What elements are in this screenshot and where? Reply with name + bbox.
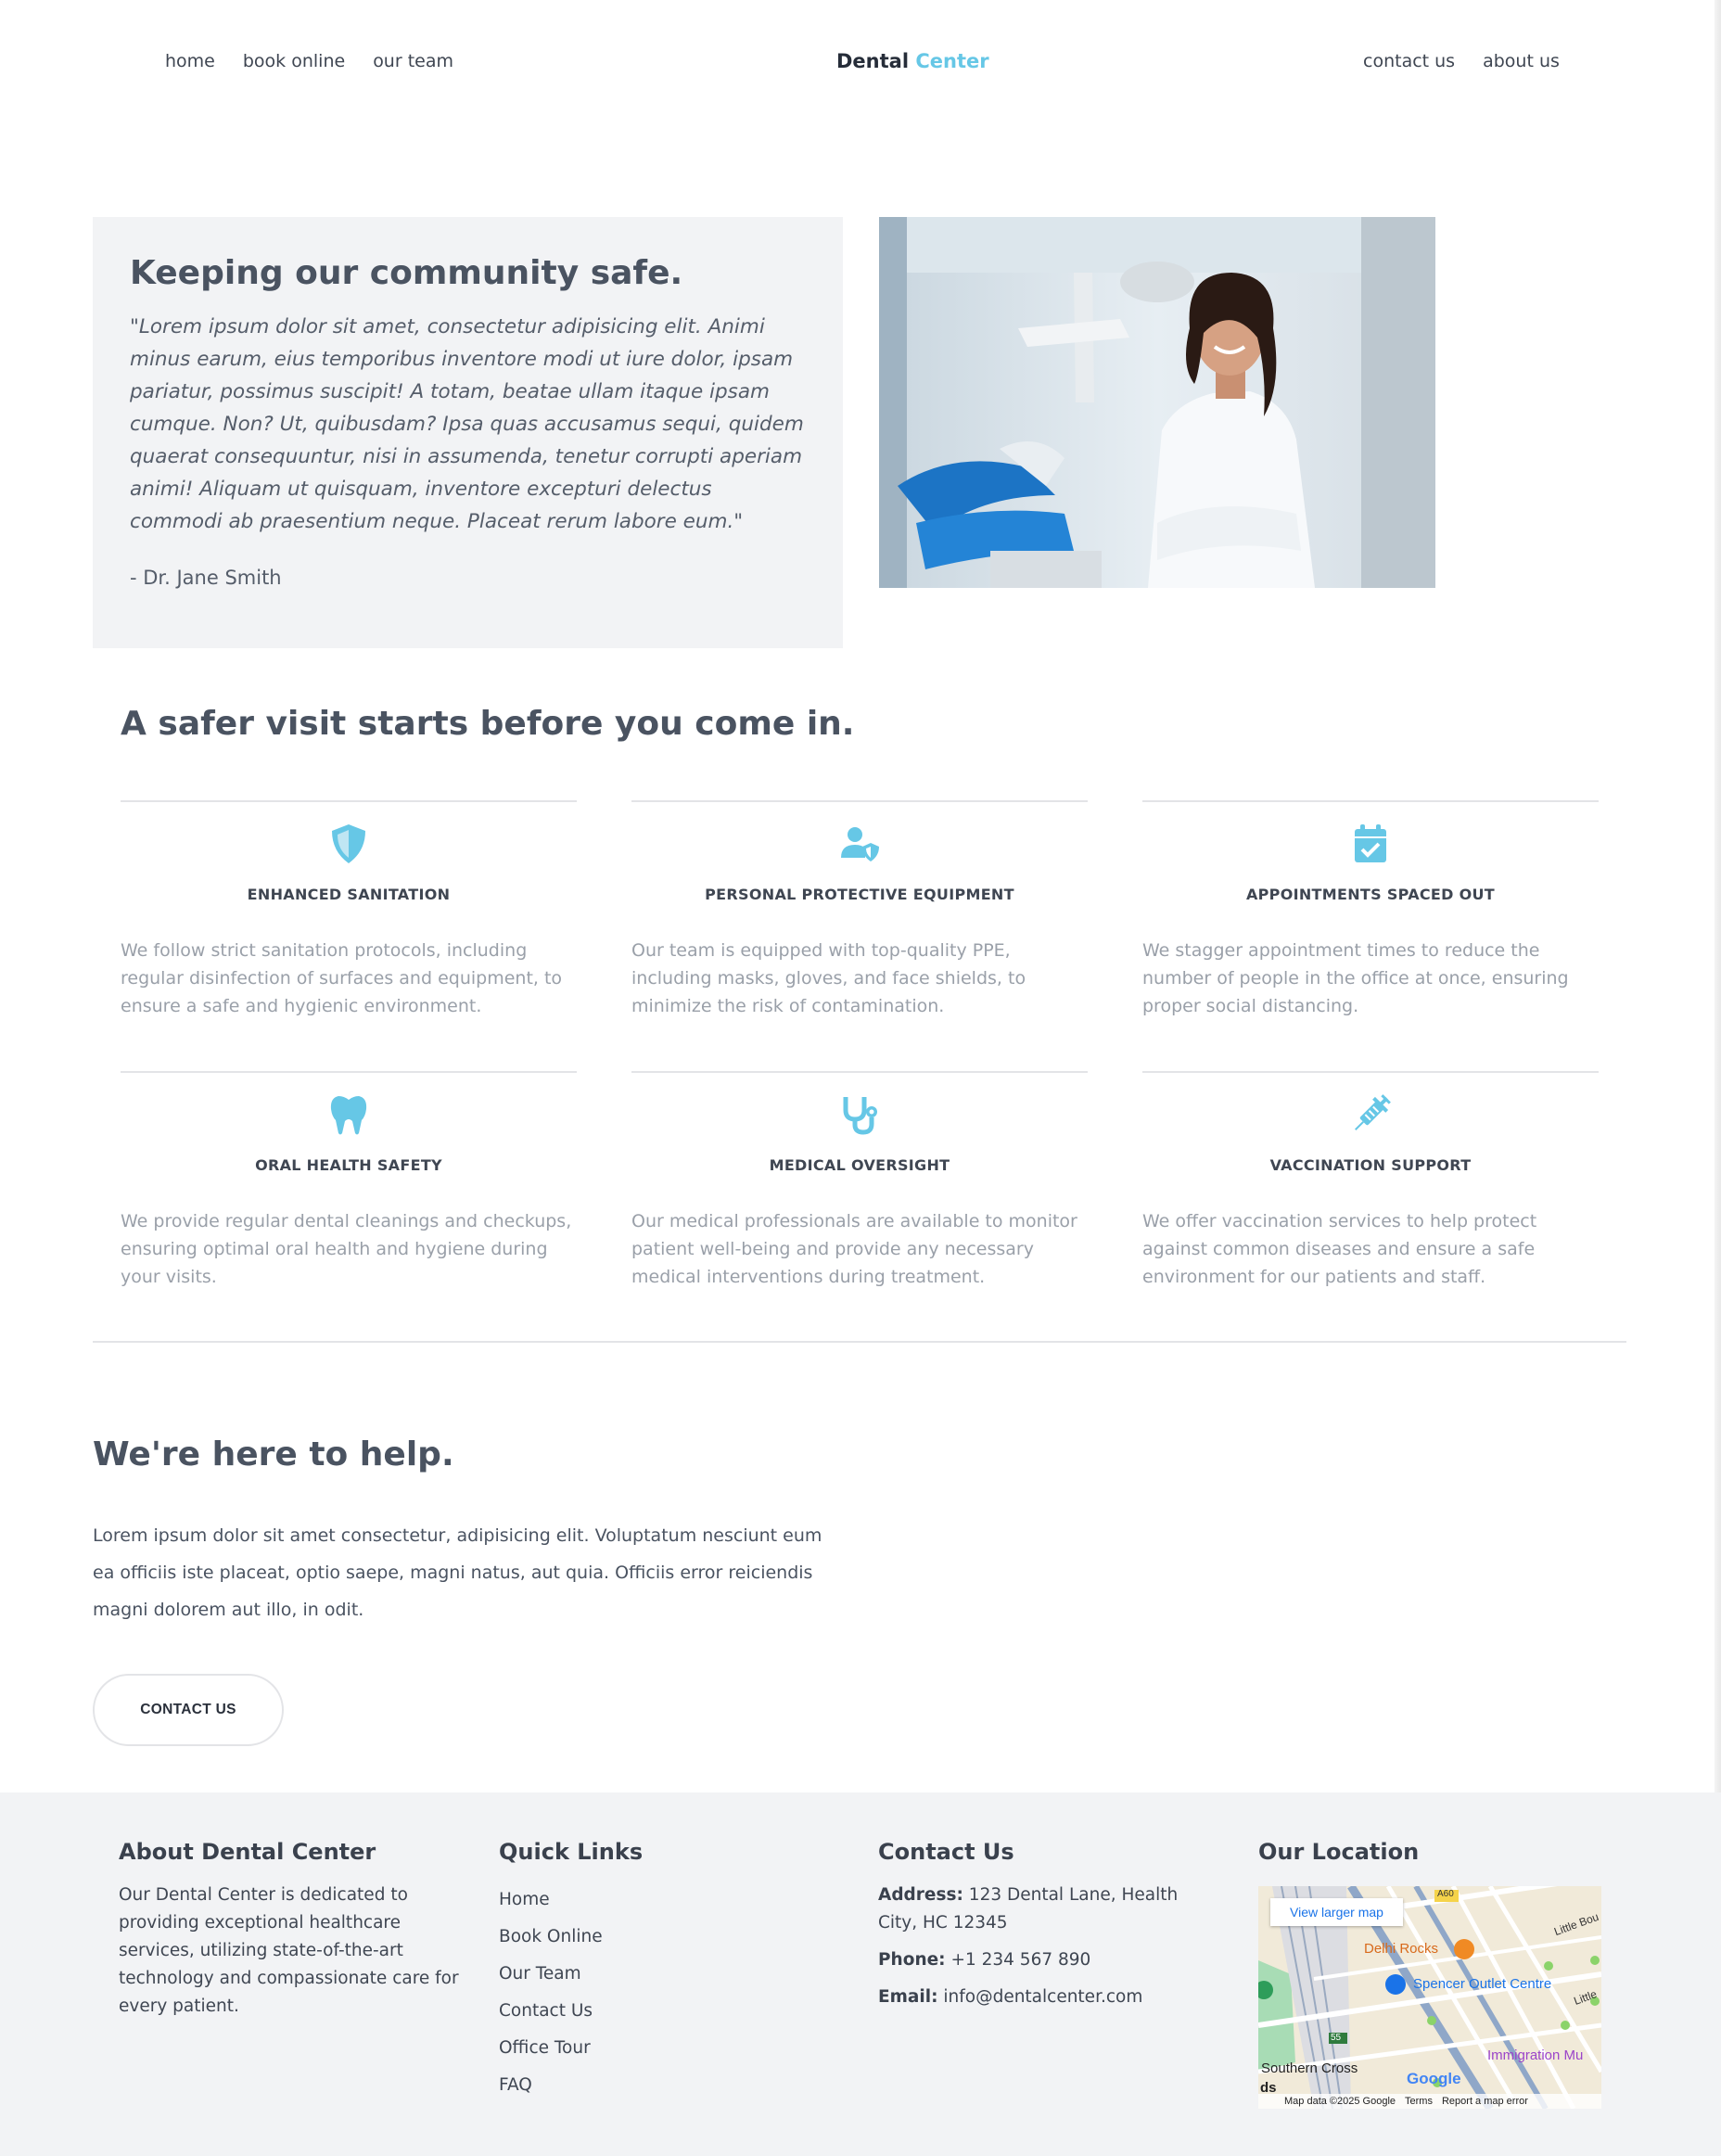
view-larger-map-link[interactable]: View larger map — [1270, 1898, 1403, 1926]
nav-link-home[interactable]: home — [165, 51, 215, 71]
feature-title: ORAL HEALTH SAFETY — [255, 1156, 442, 1174]
hero-quote: "Lorem ipsum dolor sit amet, consectetur… — [130, 315, 804, 533]
footer-links-title: Quick Links — [499, 1839, 644, 1865]
address-label: Address: — [878, 1885, 963, 1905]
footer-link-our-team[interactable]: Our Team — [499, 1960, 581, 1988]
google-logo: Google — [1407, 2070, 1461, 2087]
feature-text: Our team is equipped with top-quality PP… — [631, 940, 1026, 1016]
map-label-spencer-outlet: Spencer Outlet Centre — [1413, 1976, 1552, 1992]
feature-card: VACCINATION SUPPORT We offer vaccination… — [1142, 1071, 1599, 1291]
nav-left: home book online our team — [165, 51, 453, 71]
feature-text: We stagger appointment times to reduce t… — [1142, 940, 1569, 1016]
map-terms-link[interactable]: Terms — [1405, 2096, 1433, 2107]
map-label-southern-cross: Southern Cross — [1261, 2060, 1358, 2076]
brand-accent: Center — [915, 50, 989, 72]
email-value[interactable]: info@dentalcenter.com — [943, 1987, 1142, 2007]
feature-card: MEDICAL OVERSIGHT Our medical profession… — [631, 1071, 1088, 1291]
user-shield-icon — [836, 821, 883, 867]
feature-card: PERSONAL PROTECTIVE EQUIPMENT Our team i… — [631, 800, 1088, 1020]
map-report-error-link[interactable]: Report a map error — [1442, 2096, 1528, 2107]
contact-us-button[interactable]: CONTACT US — [93, 1674, 284, 1746]
map-label-a60: A60 — [1437, 1889, 1454, 1899]
location-map[interactable]: View larger map Delhi Rocks Spencer Outl… — [1258, 1886, 1601, 2109]
footer-address: Address: 123 Dental Lane, Health City, H… — [878, 1882, 1212, 1937]
help-title: We're here to help. — [93, 1435, 454, 1473]
feature-text: We provide regular dental cleanings and … — [121, 1211, 572, 1287]
footer-link-faq[interactable]: FAQ — [499, 2072, 532, 2099]
footer-contact: Contact Us Address: 123 Dental Lane, Hea… — [878, 1839, 1212, 2021]
footer-link-book-online[interactable]: Book Online — [499, 1923, 603, 1951]
footer-location-title: Our Location — [1258, 1839, 1420, 1865]
syringe-icon — [1347, 1091, 1394, 1138]
footer-link-office-tour[interactable]: Office Tour — [499, 2035, 591, 2062]
footer-email: Email: info@dentalcenter.com — [878, 1984, 1212, 2011]
help-text: Lorem ipsum dolor sit amet consectetur, … — [93, 1525, 822, 1620]
map-label-immigration-museum: Immigration Mu — [1487, 2048, 1584, 2063]
footer-contact-title: Contact Us — [878, 1839, 1014, 1865]
footer-quick-links: Quick Links Home Book Online Our Team Co… — [499, 1839, 777, 2104]
doctor-photo — [879, 217, 1435, 588]
stethoscope-icon — [836, 1091, 883, 1138]
map-data-attribution: Map data ©2025 Google — [1284, 2096, 1396, 2107]
hero-title: Keeping our community safe. — [130, 254, 683, 292]
section-divider — [93, 1341, 1626, 1343]
nav-right: contact us about us — [1363, 51, 1560, 71]
feature-text: We offer vaccination services to help pr… — [1142, 1211, 1537, 1287]
footer-about-text: Our Dental Center is dedicated to provid… — [119, 1885, 459, 2016]
footer-link-contact-us[interactable]: Contact Us — [499, 1997, 593, 2025]
nav-link-our-team[interactable]: our team — [373, 51, 453, 71]
calendar-check-icon — [1347, 821, 1394, 867]
footer-location: Our Location — [1258, 1839, 1601, 1882]
brand-logo[interactable]: Dental Center — [836, 50, 989, 72]
quote-card: Keeping our community safe. "Lorem ipsum… — [93, 217, 843, 648]
feature-title: APPOINTMENTS SPACED OUT — [1245, 886, 1496, 903]
phone-value[interactable]: +1 234 567 890 — [950, 1950, 1090, 1970]
nav-link-book-online[interactable]: book online — [243, 51, 345, 71]
map-attribution: Map data ©2025 Google Terms Report a map… — [1258, 2094, 1601, 2109]
quote-author: - Dr. Jane Smith — [130, 567, 282, 589]
nav-link-contact-us[interactable]: contact us — [1363, 51, 1455, 71]
footer-phone: Phone: +1 234 567 890 — [878, 1946, 1212, 1974]
feature-title: MEDICAL OVERSIGHT — [769, 1156, 950, 1174]
feature-card: ORAL HEALTH SAFETY We provide regular de… — [121, 1071, 577, 1291]
feature-title: ENHANCED SANITATION — [247, 886, 451, 903]
phone-label: Phone: — [878, 1950, 946, 1970]
footer-about: About Dental Center Our Dental Center is… — [119, 1839, 462, 2021]
footer-about-title: About Dental Center — [119, 1839, 376, 1865]
map-label-delhi-rocks: Delhi Rocks — [1364, 1941, 1439, 1957]
shield-icon — [325, 821, 372, 867]
footer-link-home[interactable]: Home — [499, 1886, 550, 1914]
site-header: home book online our team Dental Center … — [0, 0, 1721, 125]
nav-link-about-us[interactable]: about us — [1483, 51, 1560, 71]
tooth-icon — [325, 1091, 372, 1138]
footer-links-list: Home Book Online Our Team Contact Us Off… — [499, 1882, 777, 2104]
safety-title: A safer visit starts before you come in. — [121, 705, 855, 743]
feature-card: APPOINTMENTS SPACED OUT We stagger appoi… — [1142, 800, 1599, 1020]
map-label-55: 55 — [1331, 2033, 1342, 2043]
email-label: Email: — [878, 1987, 938, 2007]
feature-text: Our medical professionals are available … — [631, 1211, 1077, 1287]
feature-title: VACCINATION SUPPORT — [1269, 1156, 1472, 1174]
feature-text: We follow strict sanitation protocols, i… — [121, 940, 563, 1016]
feature-title: PERSONAL PROTECTIVE EQUIPMENT — [705, 886, 1014, 903]
feature-card: ENHANCED SANITATION We follow strict san… — [121, 800, 577, 1020]
brand-main: Dental — [836, 50, 910, 72]
